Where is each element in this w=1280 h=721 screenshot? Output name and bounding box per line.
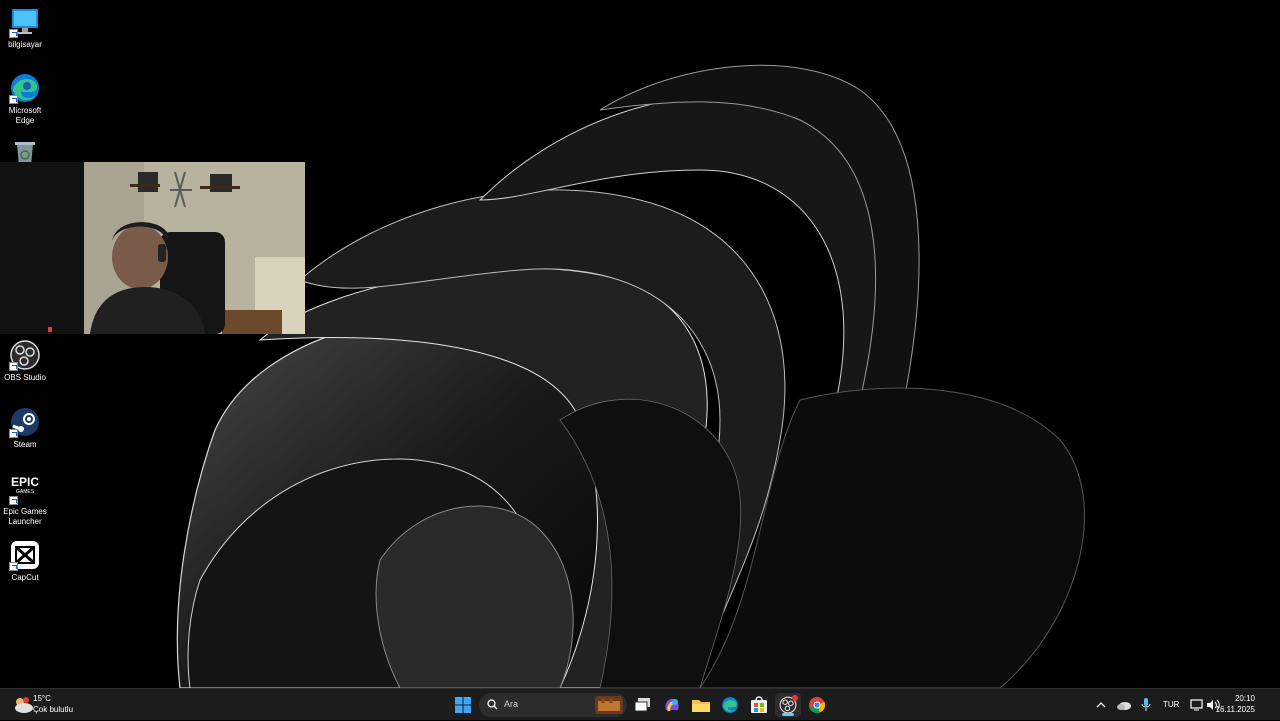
desktop-icon-bilgisayar[interactable]: bilgisayar: [0, 6, 50, 50]
desktop-icon-label: Microsoft Edge: [8, 106, 42, 125]
desktop-icon-capcut[interactable]: CapCut: [0, 539, 50, 583]
store-icon: [751, 696, 767, 713]
weather-description: Çok bulutlu: [33, 705, 74, 714]
active-indicator: [782, 713, 794, 716]
show-hidden-icons-button[interactable]: [1091, 693, 1111, 717]
search-icon: [487, 699, 498, 710]
desktop-icon-steam[interactable]: Steam: [0, 406, 50, 450]
obs-taskbar-button[interactable]: [775, 693, 801, 717]
edge-taskbar-button[interactable]: [717, 693, 743, 717]
onedrive-icon: [1117, 702, 1131, 710]
shortcut-arrow-icon: [9, 562, 18, 571]
task-view-icon: [635, 698, 650, 712]
webcam-overlay: [0, 162, 305, 334]
shortcut-arrow-icon: [9, 496, 18, 505]
chrome-icon: [809, 697, 826, 714]
obs-icon: [9, 339, 41, 371]
file-explorer-icon: [692, 700, 710, 712]
copilot-icon: [665, 698, 679, 712]
epic-logo-text: EPIC: [10, 475, 39, 489]
chrome-button[interactable]: [804, 693, 830, 717]
weather-widget[interactable]: 15°C Çok bulutlu: [8, 689, 88, 721]
capcut-icon: [9, 539, 41, 571]
clock-date: 16.11.2025: [1215, 705, 1255, 714]
search-label: Ara: [504, 699, 519, 709]
microphone-tray-button[interactable]: [1135, 693, 1157, 717]
monitor-icon: [9, 6, 41, 38]
weather-temperature: 15°C: [33, 694, 51, 703]
language-indicator[interactable]: TUR: [1163, 700, 1179, 709]
chevron-up-icon: [1096, 702, 1106, 708]
taskbar-search-box[interactable]: Ara: [479, 693, 627, 717]
desktop-icon-label: Epic Games Launcher: [3, 507, 47, 526]
shortcut-arrow-icon: [9, 429, 18, 438]
desktop-wallpaper: [0, 0, 1280, 688]
copilot-button[interactable]: [659, 693, 685, 717]
desktop-icon-epic-games-launcher[interactable]: EPIC GAMES Epic Games Launcher: [0, 473, 50, 527]
clock-time: 20:10: [1234, 694, 1255, 703]
network-icon: [1190, 699, 1203, 711]
search-highlight-image: [595, 696, 623, 714]
start-button[interactable]: [450, 693, 476, 717]
shortcut-arrow-icon: [9, 95, 18, 104]
microphone-icon: [1141, 698, 1151, 711]
shortcut-arrow-icon: [9, 362, 18, 371]
edge-icon: [722, 697, 738, 713]
desktop-icon-label: OBS Studio: [4, 373, 46, 382]
steam-icon: [9, 406, 41, 438]
file-explorer-button[interactable]: [688, 693, 714, 717]
clock[interactable]: 20:10 16.11.2025: [1210, 689, 1280, 721]
taskbar: 15°C Çok bulutlu Ara TUR 20:10 16.11.202…: [0, 688, 1280, 720]
epic-games-icon: EPIC GAMES: [9, 473, 41, 505]
desktop-icon-label: bilgisayar: [8, 40, 42, 49]
windows-start-icon: [455, 697, 471, 713]
onedrive-tray-button[interactable]: [1113, 693, 1135, 717]
recording-dot: [792, 695, 798, 701]
desktop-icon-microsoft-edge[interactable]: Microsoft Edge: [0, 72, 50, 126]
store-button[interactable]: [746, 693, 772, 717]
shortcut-arrow-icon: [9, 29, 18, 38]
edge-icon: [9, 72, 41, 104]
desktop-icon-obs-studio[interactable]: OBS Studio: [0, 339, 50, 383]
epic-logo-sub: GAMES: [15, 489, 35, 495]
cloudy-weather-icon: [12, 695, 34, 720]
desktop-icon-label: CapCut: [11, 573, 39, 582]
task-view-button[interactable]: [630, 693, 656, 717]
desktop-icon-label: Steam: [13, 440, 37, 449]
